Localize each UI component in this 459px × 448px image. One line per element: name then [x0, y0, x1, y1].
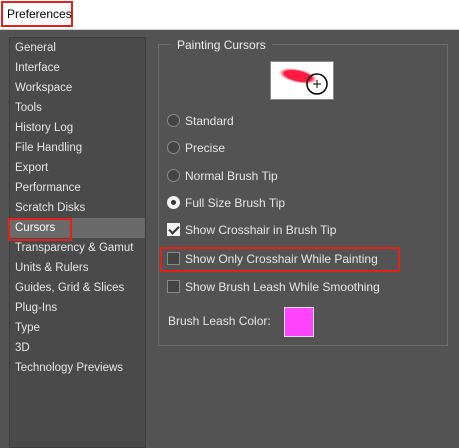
brush-leash-color-label: Brush Leash Color: — [168, 314, 271, 328]
radio-label: Full Size Brush Tip — [185, 196, 286, 210]
sidebar-item-type[interactable]: Type — [10, 318, 145, 338]
radio-label: Precise — [185, 141, 226, 155]
radio-icon[interactable] — [167, 141, 180, 154]
sidebar-item-general[interactable]: General — [10, 38, 145, 58]
title-bar: Preferences — [0, 0, 459, 30]
window-title: Preferences — [1, 1, 73, 27]
sidebar-item-interface[interactable]: Interface — [10, 58, 145, 78]
sidebar-item-tools[interactable]: Tools — [10, 98, 145, 118]
sidebar-item-performance[interactable]: Performance — [10, 178, 145, 198]
checkbox-icon[interactable] — [167, 280, 180, 293]
checkbox-label: Show Only Crosshair While Painting — [185, 252, 378, 266]
sidebar-item-guides-grid-slices[interactable]: Guides, Grid & Slices — [10, 278, 145, 298]
brush-cursor-preview — [270, 61, 334, 100]
sidebar-item-file-handling[interactable]: File Handling — [10, 138, 145, 158]
brush-stroke-crosshair-preview-icon — [278, 67, 328, 95]
sidebar-item-plug-ins[interactable]: Plug-Ins — [10, 298, 145, 318]
preferences-sidebar: General Interface Workspace Tools Histor… — [9, 37, 146, 448]
sidebar-item-technology-previews[interactable]: Technology Previews — [10, 358, 145, 378]
radio-label: Normal Brush Tip — [185, 169, 278, 183]
checkbox-label: Show Crosshair in Brush Tip — [185, 223, 337, 237]
radio-label: Standard — [185, 114, 234, 128]
radio-icon[interactable] — [167, 169, 180, 182]
sidebar-item-export[interactable]: Export — [10, 158, 145, 178]
sidebar-item-scratch-disks[interactable]: Scratch Disks — [10, 198, 145, 218]
sidebar-item-cursors[interactable]: Cursors — [10, 218, 145, 238]
checkbox-label: Show Brush Leash While Smoothing — [185, 280, 380, 294]
sidebar-item-history-log[interactable]: History Log — [10, 118, 145, 138]
sidebar-item-units-rulers[interactable]: Units & Rulers — [10, 258, 145, 278]
radio-icon[interactable] — [167, 114, 180, 127]
brush-leash-color-swatch[interactable] — [284, 307, 314, 337]
radio-selected-icon[interactable] — [167, 196, 180, 209]
sidebar-item-3d[interactable]: 3D — [10, 338, 145, 358]
checkbox-checked-icon[interactable] — [167, 223, 180, 236]
checkbox-icon[interactable] — [167, 252, 180, 265]
sidebar-item-transparency-gamut[interactable]: Transparency & Gamut — [10, 238, 145, 258]
painting-cursors-legend: Painting Cursors — [171, 37, 272, 53]
sidebar-item-workspace[interactable]: Workspace — [10, 78, 145, 98]
